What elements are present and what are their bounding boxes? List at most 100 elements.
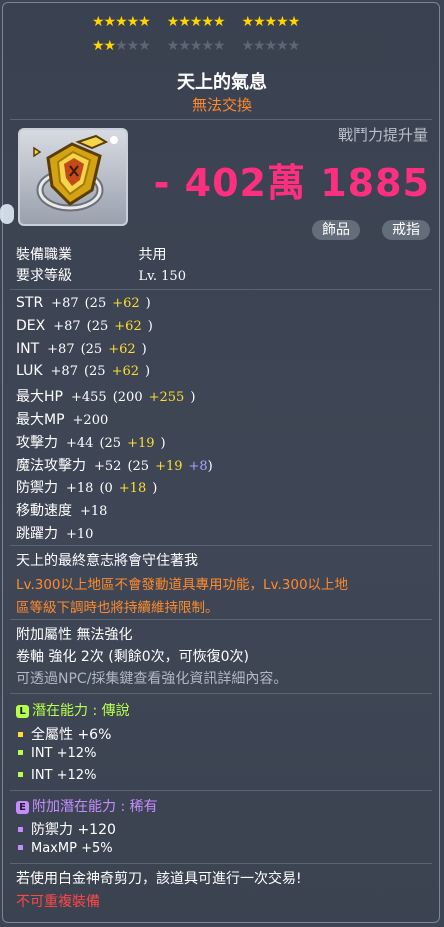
stat-close: ) — [145, 364, 151, 380]
stat-val: +87 — [51, 296, 79, 311]
stat-base: (25 — [83, 364, 106, 380]
stat-base: (200 — [112, 390, 143, 406]
stat-close: ) — [190, 390, 196, 406]
potential-title: 潛在能力 : 傳說 — [32, 703, 130, 719]
bullet-icon — [18, 731, 23, 737]
stat-bonus: +62 — [108, 341, 136, 357]
stat-row: STR +87 (25 +62) — [16, 295, 151, 311]
stat-row: 魔法攻擊力 +52 (25 +19 +8) — [16, 455, 213, 475]
item-icon-frame — [18, 128, 128, 226]
stat-val: +87 — [47, 341, 75, 357]
potential-line: INT +12% — [16, 746, 96, 761]
stat-name: STR — [16, 295, 44, 311]
stat-val: +10 — [66, 527, 94, 542]
stat-val: +44 — [66, 435, 94, 451]
stat-val: +87 — [50, 364, 78, 380]
divider — [10, 619, 432, 620]
stat-val: +87 — [53, 318, 81, 334]
potential-line: 全屬性 +6% — [16, 724, 111, 744]
stat-base: (25 — [86, 318, 109, 334]
stat-val: +455 — [70, 390, 107, 406]
tag-accessory: 飾品 — [312, 220, 360, 240]
stat-bonus: +62 — [114, 318, 142, 334]
stat-close: ) — [160, 435, 166, 451]
bullet-icon — [18, 826, 23, 832]
stat-name: DEX — [16, 317, 46, 334]
stat-close: ) — [152, 481, 158, 497]
stat-name: 防禦力 — [16, 480, 58, 497]
description-line: 區等級下調時也將持續維持限制。 — [16, 600, 219, 616]
stat-row: 跳躍力 +10 — [16, 523, 111, 543]
combat-power-label: 戰鬥力提升量 — [337, 126, 428, 144]
stat-name: 攻擊力 — [16, 434, 58, 451]
attribute-line: 可透過NPC/採集鍵查看強化資訊詳細內容。 — [16, 671, 288, 687]
bullet-icon — [18, 845, 23, 850]
requirement-label: 要求等級 — [16, 268, 72, 284]
stat-row: LUK +87 (25 +62) — [16, 363, 150, 379]
combat-power-value: - 402萬 1885 — [153, 161, 430, 205]
stat-name: LUK — [16, 363, 43, 380]
stat-val: +18 — [80, 504, 108, 520]
description-line: Lv.300以上地區不會發動道具專用功能，Lv.300以上地 — [16, 577, 349, 593]
attribute-line: 卷軸 強化 2次 (剩餘0次，可恢復0次) — [16, 649, 249, 665]
divider — [10, 545, 432, 546]
potential-line: INT +12% — [16, 768, 96, 783]
bullet-icon — [18, 750, 23, 755]
star-force-row-2: ★★★★★ ★★★★★ ★★★★★ — [92, 38, 300, 54]
description-line: 天上的最終意志將會守住著我 — [16, 553, 198, 569]
stat-row: 最大HP +455 (200 +255) — [16, 386, 195, 406]
stat-close: ) — [147, 318, 153, 334]
divider — [10, 693, 432, 694]
stat-bonus: +255 — [148, 390, 185, 406]
trade-status: 無法交換 — [191, 96, 252, 114]
bonus-potential-line: 防禦力 +120 — [16, 819, 116, 839]
stat-bonus: +19 — [127, 435, 155, 451]
stat-val: +52 — [94, 458, 122, 474]
requirement-job: 裝備職業 共用 — [16, 244, 166, 264]
stat-close: ) — [145, 296, 151, 311]
requirement-value: Lv. 150 — [138, 269, 186, 284]
attribute-line: 附加屬性 無法強化 — [16, 627, 133, 643]
stat-name: 移動速度 — [16, 503, 72, 520]
stat-row: 防禦力 +18 (0 +18) — [16, 477, 157, 497]
stat-extra: +8 — [188, 458, 208, 474]
footer-line: 若使用白金神奇剪刀，該道具可進行一次交易! — [16, 871, 302, 887]
sparkle-decoration — [0, 204, 14, 224]
legendary-badge-icon: L — [16, 705, 29, 718]
stat-base: (0 — [99, 481, 113, 497]
stat-row: 移動速度 +18 — [16, 500, 125, 520]
star-force-row-1: ★★★★★ ★★★★★ ★★★★★ — [92, 14, 300, 30]
stat-row: INT +87 (25 +62) — [16, 341, 147, 357]
divider — [10, 790, 432, 791]
stat-row: 最大MP +200 — [16, 409, 126, 429]
stat-name: 最大MP — [16, 412, 65, 428]
divider — [10, 119, 432, 120]
stat-bonus: +62 — [112, 296, 140, 311]
bonus-potential-line: MaxMP +5% — [16, 841, 113, 856]
item-name: 天上的氣息 — [177, 72, 267, 93]
bonus-potential-header: E 附加潛在能力 : 稀有 — [16, 796, 158, 816]
stat-row: DEX +87 (25 +62) — [16, 318, 153, 334]
golden-shield-ring-icon — [33, 134, 118, 212]
stat-val: +200 — [72, 413, 109, 428]
tag-ring: 戒指 — [382, 220, 430, 240]
stat-val: +18 — [66, 481, 94, 497]
stat-base: (25 — [99, 435, 122, 451]
divider — [10, 289, 432, 290]
stat-name: 最大HP — [16, 389, 63, 406]
potential-header: L 潛在能力 : 傳說 — [16, 700, 130, 720]
stat-row: 攻擊力 +44 (25 +19) — [16, 432, 166, 452]
stat-base: (25 — [84, 296, 107, 311]
stat-close: ) — [141, 341, 147, 357]
stat-base: (25 — [80, 341, 103, 357]
requirement-value: 共用 — [138, 247, 167, 263]
stat-name: 魔法攻擊力 — [16, 457, 86, 474]
stat-bonus: +62 — [111, 364, 140, 380]
stat-bonus: +18 — [118, 481, 147, 497]
footer-warning: 不可重複裝備 — [16, 894, 100, 910]
bonus-potential-title: 附加潛在能力 : 稀有 — [32, 799, 158, 815]
bullet-icon — [18, 772, 23, 777]
stat-close: ) — [207, 458, 213, 474]
stat-name: 跳躍力 — [16, 526, 58, 542]
stat-bonus: +19 — [155, 458, 183, 474]
